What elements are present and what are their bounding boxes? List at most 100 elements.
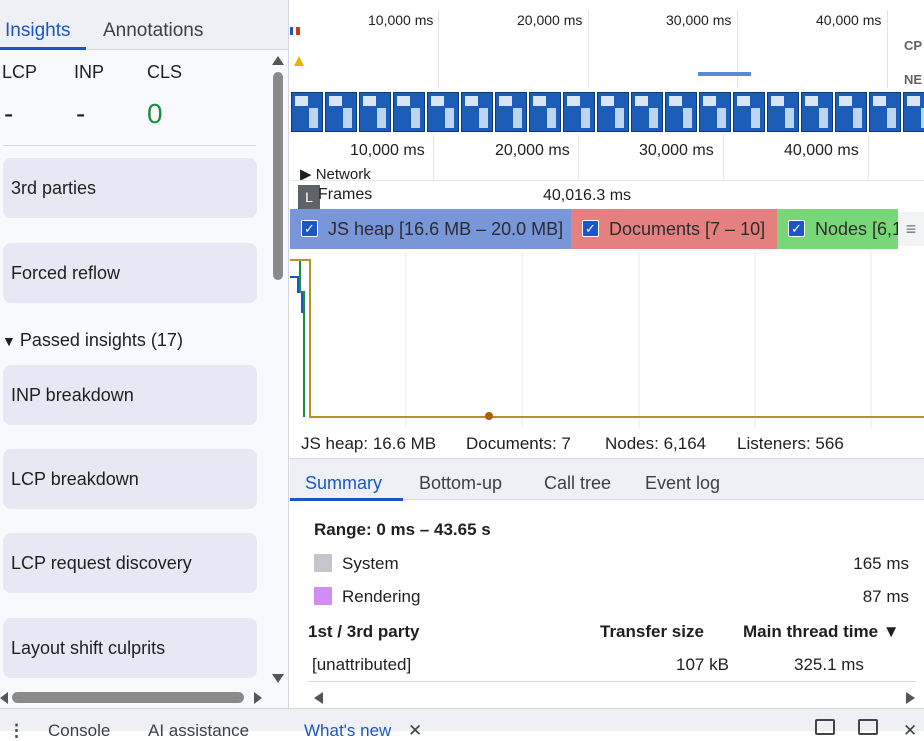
- filmstrip-thumbnail[interactable]: [597, 92, 629, 132]
- insight-card-label: Layout shift culprits: [11, 638, 166, 658]
- overview-gridline: [887, 10, 888, 88]
- documents-counter-toggle[interactable]: ✓ Documents [7 – 10]: [571, 209, 777, 249]
- insight-card-inp-breakdown[interactable]: INP breakdown: [3, 365, 257, 425]
- ruler-tick-label: 40,000 ms: [784, 142, 859, 159]
- ruler-gridline: [723, 134, 724, 180]
- graph-marker: [485, 412, 493, 420]
- filmstrip-thumbnail[interactable]: [291, 92, 323, 132]
- close-tab-icon[interactable]: ✕: [408, 721, 422, 741]
- filmstrip-thumbnail[interactable]: [631, 92, 663, 132]
- filmstrip-thumbnail[interactable]: [903, 92, 924, 132]
- scroll-down-arrow-icon[interactable]: [272, 674, 284, 683]
- menu-icon[interactable]: ≡: [898, 212, 924, 246]
- category-name: Rendering: [342, 587, 421, 606]
- insight-card-forced-reflow[interactable]: Forced reflow: [3, 243, 257, 303]
- drawer-tab-whats-new[interactable]: What's new: [304, 721, 391, 741]
- overview-tick-label: 30,000 ms: [666, 12, 732, 28]
- tab-summary[interactable]: Summary: [305, 473, 382, 494]
- column-header-main-thread-time[interactable]: Main thread time ▼: [743, 622, 900, 642]
- horizontal-scrollbar-thumb[interactable]: [12, 692, 244, 703]
- insight-card-label: Forced reflow: [11, 263, 121, 283]
- lcp-value: -: [4, 98, 14, 129]
- passed-insights-label: Passed insights (17): [19, 330, 183, 350]
- filmstrip-thumbnail[interactable]: [733, 92, 765, 132]
- tab-insights[interactable]: Insights: [5, 20, 70, 42]
- scroll-up-arrow-icon[interactable]: [272, 56, 284, 65]
- frames-track[interactable]: L Frames 40,016.3 ms: [290, 180, 924, 209]
- vertical-scrollbar-thumb[interactable]: [273, 72, 283, 280]
- triangle-down-icon: ▼: [2, 333, 16, 349]
- screenshot-filmstrip[interactable]: [290, 92, 924, 132]
- checkbox-checked-icon[interactable]: ✓: [788, 220, 805, 237]
- drawer-menu-icon[interactable]: ⋮: [8, 721, 25, 741]
- overview-marker: [296, 27, 300, 35]
- tab-call-tree[interactable]: Call tree: [544, 473, 611, 494]
- collapse-drawer-icon[interactable]: [858, 719, 878, 735]
- table-cell-entity[interactable]: [unattributed]: [312, 655, 411, 675]
- drawer-tab-console[interactable]: Console: [48, 721, 110, 741]
- passed-insights-toggle[interactable]: ▼ Passed insights (17): [2, 330, 183, 351]
- overview-gridline: [438, 10, 439, 88]
- column-header-transfer-size[interactable]: Transfer size: [600, 622, 704, 642]
- filmstrip-thumbnail[interactable]: [801, 92, 833, 132]
- insight-card-lcp-breakdown[interactable]: LCP breakdown: [3, 449, 257, 509]
- drawer-tab-ai-assistance[interactable]: AI assistance: [148, 721, 249, 741]
- cls-value: 0: [147, 98, 163, 129]
- dock-side-icon[interactable]: [815, 719, 835, 735]
- filmstrip-thumbnail[interactable]: [427, 92, 459, 132]
- filmstrip-thumbnail[interactable]: [393, 92, 425, 132]
- js-heap-counter-label: JS heap [16.6 MB – 20.0 MB]: [328, 219, 564, 239]
- column-header-party[interactable]: 1st / 3rd party: [308, 622, 420, 642]
- scroll-right-arrow-icon[interactable]: [254, 692, 262, 704]
- close-drawer-icon[interactable]: ✕: [903, 721, 917, 741]
- insight-card-label: LCP breakdown: [11, 469, 139, 489]
- active-tab-indicator: [0, 47, 86, 50]
- overview-tick-label: 20,000 ms: [517, 12, 583, 28]
- memory-legend: JS heap: 16.6 MB Documents: 7 Nodes: 6,1…: [290, 432, 924, 458]
- filmstrip-thumbnail[interactable]: [699, 92, 731, 132]
- filmstrip-thumbnail[interactable]: [665, 92, 697, 132]
- tab-bottom-up[interactable]: Bottom-up: [419, 473, 502, 494]
- checkbox-checked-icon[interactable]: ✓: [301, 220, 318, 237]
- nodes-counter-toggle[interactable]: ✓ Nodes [6,1: [777, 209, 898, 249]
- inp-value: -: [76, 98, 86, 129]
- ruler-gridline: [578, 134, 579, 180]
- scroll-left-arrow-icon[interactable]: [0, 692, 8, 704]
- overview-network-bar: [698, 72, 751, 76]
- scroll-left-arrow-icon[interactable]: [314, 692, 323, 704]
- cpu-track-label: CP: [904, 38, 923, 53]
- category-swatch: [314, 554, 332, 572]
- warning-marker-icon: [294, 56, 304, 66]
- category-value: 87 ms: [862, 587, 909, 606]
- filmstrip-thumbnail[interactable]: [325, 92, 357, 132]
- legend-js-heap: JS heap: 16.6 MB: [301, 434, 437, 453]
- filmstrip-thumbnail[interactable]: [495, 92, 527, 132]
- filmstrip-thumbnail[interactable]: [461, 92, 493, 132]
- scroll-right-arrow-icon[interactable]: [906, 692, 915, 704]
- category-name: System: [342, 554, 399, 573]
- memory-graph: [290, 252, 924, 428]
- insight-card-lcp-request-discovery[interactable]: LCP request discovery: [3, 533, 257, 593]
- inp-label: INP: [74, 62, 105, 82]
- ruler-tick-label: 30,000 ms: [639, 142, 714, 159]
- checkbox-checked-icon[interactable]: ✓: [582, 220, 599, 237]
- filmstrip-thumbnail[interactable]: [563, 92, 595, 132]
- insight-card-3rd-parties[interactable]: 3rd parties: [3, 158, 257, 218]
- category-row: System 165 ms: [314, 553, 914, 575]
- category-value: 165 ms: [853, 554, 909, 573]
- legend-nodes: Nodes: 6,164: [605, 434, 707, 453]
- filmstrip-thumbnail[interactable]: [767, 92, 799, 132]
- frame-duration: 40,016.3 ms: [543, 187, 632, 204]
- tab-annotations[interactable]: Annotations: [103, 20, 203, 42]
- js-heap-line: [290, 276, 305, 417]
- overview-tick-label: 40,000 ms: [816, 12, 882, 28]
- ruler-gridline: [868, 134, 869, 180]
- ruler-tick-label: 20,000 ms: [495, 142, 570, 159]
- filmstrip-thumbnail[interactable]: [529, 92, 561, 132]
- tab-event-log[interactable]: Event log: [645, 473, 720, 494]
- insight-card-layout-shift-culprits[interactable]: Layout shift culprits: [3, 618, 257, 678]
- filmstrip-thumbnail[interactable]: [869, 92, 901, 132]
- js-heap-counter-toggle[interactable]: ✓ JS heap [16.6 MB – 20.0 MB]: [290, 209, 571, 249]
- filmstrip-thumbnail[interactable]: [359, 92, 391, 132]
- filmstrip-thumbnail[interactable]: [835, 92, 867, 132]
